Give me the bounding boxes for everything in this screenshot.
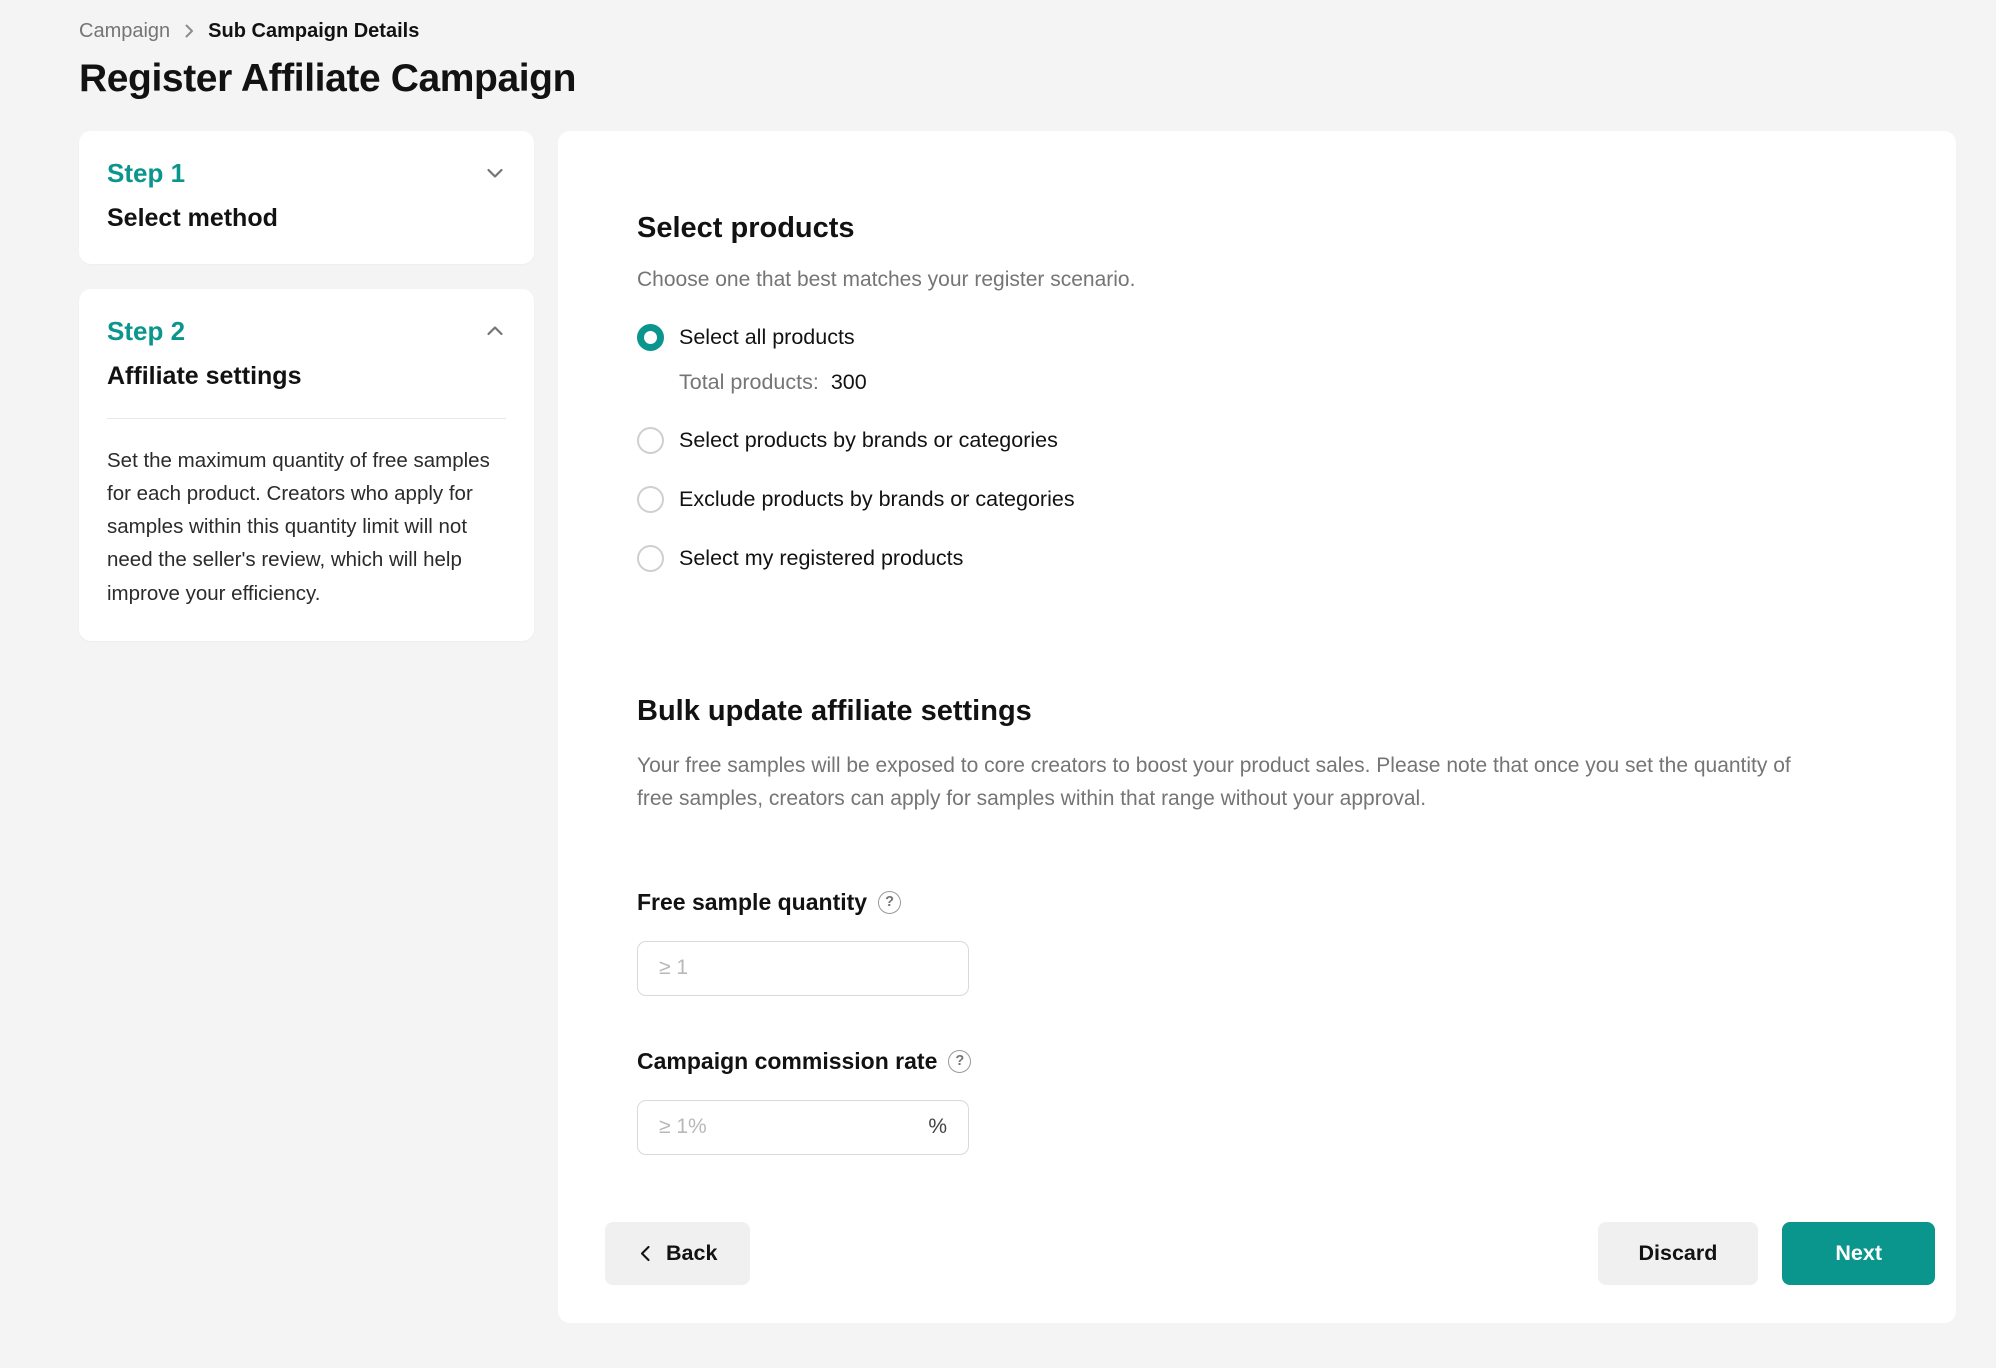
- step-1-card: Step 1 Select method: [79, 131, 534, 264]
- breadcrumb-campaign[interactable]: Campaign: [79, 20, 170, 43]
- help-icon[interactable]: ?: [878, 891, 901, 914]
- radio-select-registered[interactable]: Select my registered products: [637, 545, 1876, 572]
- radio-select-all-products[interactable]: Select all products: [637, 324, 1876, 351]
- content-layout: Step 1 Select method Step 2 Affiliate se…: [79, 131, 1956, 1323]
- commission-rate-field: %: [637, 1100, 969, 1155]
- commission-rate-input[interactable]: [659, 1115, 928, 1139]
- step-2-card: Step 2 Affiliate settings Set the maximu…: [79, 289, 534, 641]
- bulk-settings-section: Bulk update affiliate settings Your free…: [637, 694, 1876, 1155]
- radio-selected-icon: [637, 324, 664, 351]
- total-products-label: Total products:: [679, 370, 819, 395]
- breadcrumb-current: Sub Campaign Details: [208, 20, 419, 43]
- percent-suffix: %: [928, 1115, 947, 1139]
- total-products-value: 300: [831, 370, 867, 395]
- page-title: Register Affiliate Campaign: [79, 57, 1996, 102]
- free-sample-quantity-field: [637, 941, 969, 996]
- chevron-up-icon[interactable]: [484, 320, 506, 342]
- page-header: Campaign Sub Campaign Details Register A…: [0, 0, 1996, 102]
- bulk-settings-title: Bulk update affiliate settings: [637, 694, 1876, 729]
- radio-unselected-icon: [637, 486, 664, 513]
- step-2-label: Step 2: [107, 316, 185, 347]
- help-icon[interactable]: ?: [948, 1050, 971, 1073]
- chevron-down-icon[interactable]: [484, 162, 506, 184]
- step-1-label: Step 1: [107, 158, 185, 189]
- commission-rate-label: Campaign commission rate ?: [637, 1048, 1876, 1075]
- main-panel: Select products Choose one that best mat…: [558, 131, 1956, 1323]
- back-button[interactable]: Back: [605, 1222, 750, 1285]
- radio-unselected-icon: [637, 545, 664, 572]
- select-products-subtitle: Choose one that best matches your regist…: [637, 268, 1876, 292]
- steps-sidebar: Step 1 Select method Step 2 Affiliate se…: [79, 131, 534, 641]
- bulk-settings-description: Your free samples will be exposed to cor…: [637, 750, 1829, 815]
- step-2-title: Affiliate settings: [107, 362, 506, 391]
- footer-actions: Back Discard Next: [605, 1222, 1935, 1285]
- product-scope-radio-group: Select all products Total products: 300 …: [637, 324, 1876, 572]
- footer-right-group: Discard Next: [1598, 1222, 1935, 1285]
- total-products-row: Total products: 300: [637, 370, 1876, 395]
- step-1-title: Select method: [107, 204, 506, 233]
- chevron-right-icon: [182, 24, 196, 38]
- chevron-left-icon: [638, 1245, 653, 1262]
- radio-select-by-brands[interactable]: Select products by brands or categories: [637, 427, 1876, 454]
- discard-button[interactable]: Discard: [1598, 1222, 1759, 1285]
- breadcrumb: Campaign Sub Campaign Details: [79, 16, 1996, 46]
- divider: [107, 418, 506, 419]
- radio-unselected-icon: [637, 427, 664, 454]
- step-2-description: Set the maximum quantity of free samples…: [107, 444, 506, 610]
- select-products-title: Select products: [637, 211, 1876, 246]
- radio-exclude-by-brands[interactable]: Exclude products by brands or categories: [637, 486, 1876, 513]
- next-button[interactable]: Next: [1782, 1222, 1935, 1285]
- free-sample-quantity-label: Free sample quantity ?: [637, 889, 1876, 916]
- free-sample-quantity-input[interactable]: [659, 956, 947, 980]
